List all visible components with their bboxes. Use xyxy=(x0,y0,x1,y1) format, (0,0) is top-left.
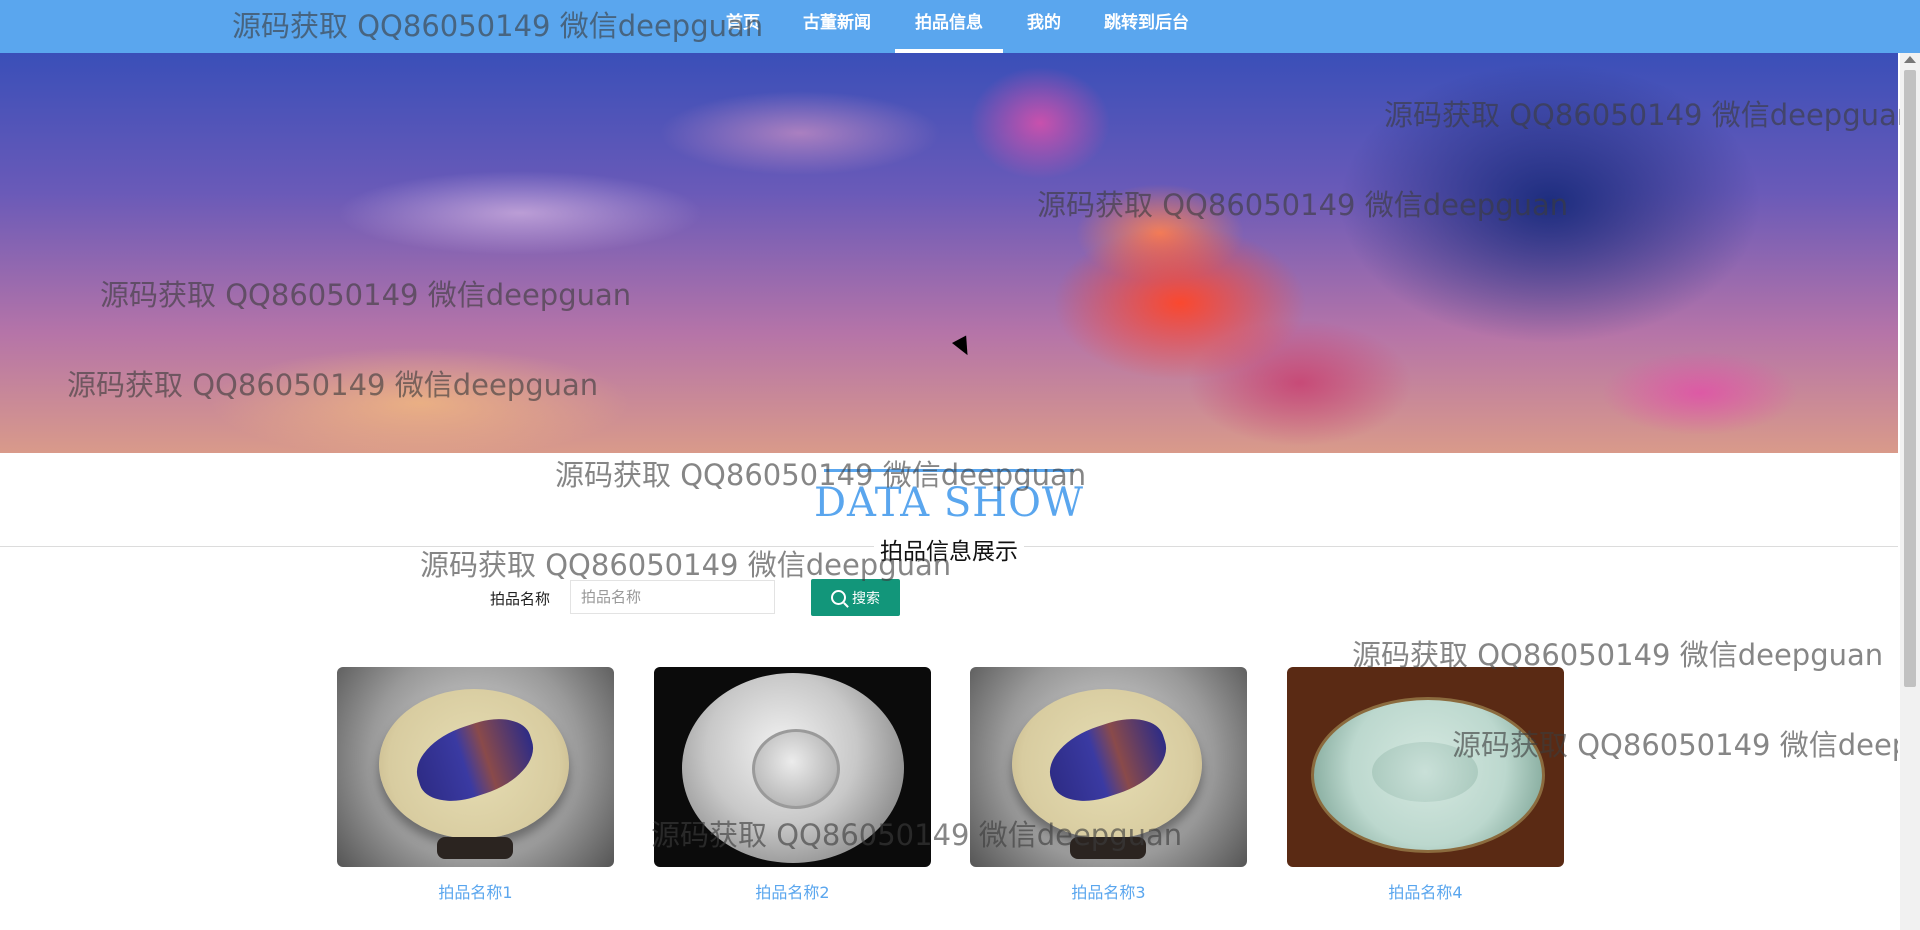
item-title[interactable]: 拍品名称2 xyxy=(654,879,931,903)
watermark-text: 源码获取 QQ86050149 微信deepguan xyxy=(420,548,952,582)
search-button[interactable]: 搜索 xyxy=(811,579,900,616)
nav-item-antique-news[interactable]: 古董新闻 xyxy=(783,0,891,53)
item-title[interactable]: 拍品名称4 xyxy=(1287,879,1564,903)
scrollbar-thumb[interactable] xyxy=(1904,70,1916,687)
nav-item-mine[interactable]: 我的 xyxy=(1007,0,1081,53)
item-image[interactable] xyxy=(654,667,931,867)
section-subtitle: 拍品信息展示 xyxy=(874,532,1024,566)
item-image[interactable] xyxy=(1287,667,1564,867)
item-card[interactable]: 拍品名称2 xyxy=(654,667,931,903)
search-button-label: 搜索 xyxy=(852,589,880,606)
item-title[interactable]: 拍品名称3 xyxy=(970,879,1247,903)
item-card[interactable]: 拍品名称1 xyxy=(337,667,614,903)
plate-stand xyxy=(437,837,513,859)
section-title: DATA SHOW xyxy=(813,480,1085,526)
top-navigation: 首页 古董新闻 拍品信息 我的 跳转到后台 xyxy=(0,0,1920,53)
hero-banner xyxy=(0,53,1898,453)
item-image[interactable] xyxy=(337,667,614,867)
item-card[interactable]: 拍品名称3 xyxy=(970,667,1247,903)
nav-item-go-to-admin[interactable]: 跳转到后台 xyxy=(1084,0,1209,53)
nav-item-auction-items[interactable]: 拍品信息 xyxy=(895,0,1003,53)
search-input[interactable] xyxy=(570,580,775,614)
search-icon xyxy=(831,590,846,605)
item-card[interactable]: 拍品名称4 xyxy=(1287,667,1564,903)
item-image[interactable] xyxy=(970,667,1247,867)
scroll-up-arrow-icon[interactable] xyxy=(1904,56,1916,63)
section-accent-bar xyxy=(824,469,1074,472)
item-title[interactable]: 拍品名称1 xyxy=(337,879,614,903)
bowl-inner xyxy=(1372,742,1478,802)
search-label: 拍品名称 xyxy=(490,590,551,608)
coin-center xyxy=(752,729,840,809)
nav-item-home[interactable]: 首页 xyxy=(706,0,780,53)
plate-stand xyxy=(1070,837,1146,859)
